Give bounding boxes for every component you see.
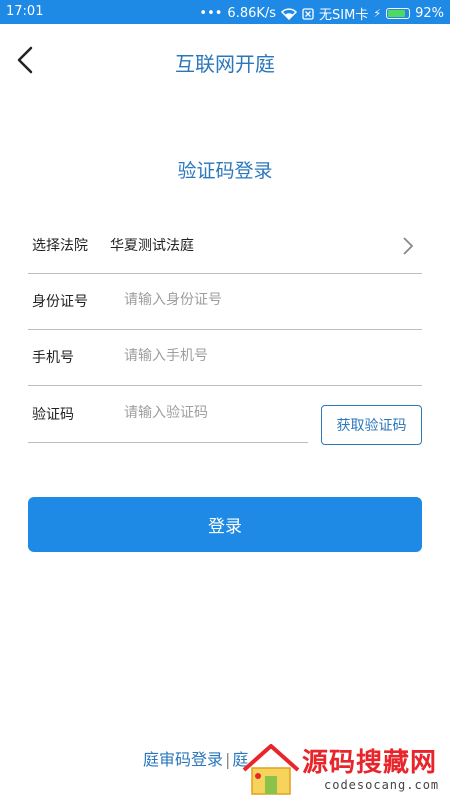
status-bar: 17:01 ••• 6.86K/s 无SIM卡 ⚡ 92%	[0, 0, 450, 24]
code-input[interactable]	[124, 398, 294, 428]
divider	[28, 442, 308, 443]
get-code-button[interactable]: 获取验证码	[321, 405, 422, 445]
bottom-links: 庭审码登录 | 庭	[143, 746, 248, 770]
sim-status: 无SIM卡	[319, 8, 369, 23]
page-title: 互联网开庭	[175, 52, 275, 76]
id-card-label: 身份证号	[32, 294, 88, 310]
watermark: 源码搜藏网 codesocang.com	[240, 736, 450, 800]
code-label: 验证码	[32, 407, 74, 423]
charging-icon: ⚡	[373, 7, 382, 20]
house-logo-icon	[242, 744, 300, 795]
login-mode-title: 验证码登录	[177, 160, 273, 182]
network-speed: 6.86K/s	[227, 6, 277, 21]
phone-label: 手机号	[32, 350, 74, 366]
no-sim-icon	[302, 7, 314, 20]
link-separator: |	[225, 750, 231, 769]
battery-fill	[388, 10, 406, 17]
status-time: 17:01	[6, 4, 44, 19]
more-dots-icon: •••	[199, 6, 223, 21]
divider	[28, 385, 422, 386]
watermark-text: 源码搜藏网	[302, 748, 438, 778]
id-card-row: 身份证号	[28, 274, 422, 330]
phone-row: 手机号	[28, 330, 422, 386]
id-card-input[interactable]	[124, 285, 384, 315]
court-label: 选择法院	[32, 238, 88, 254]
battery-icon	[386, 8, 411, 19]
chevron-right-icon	[403, 237, 414, 255]
battery-text: 92%	[415, 6, 444, 21]
login-button[interactable]: 登录	[28, 497, 422, 552]
phone-input[interactable]	[124, 341, 384, 371]
court-code-login-link[interactable]: 庭审码登录	[143, 750, 223, 769]
code-row: 验证码	[28, 387, 308, 443]
status-right: ••• 6.86K/s 无SIM卡 ⚡ 92%	[199, 4, 444, 23]
app-header: 互联网开庭	[0, 24, 450, 96]
court-value: 华夏测试法庭	[110, 238, 194, 254]
watermark-url: codesocang.com	[324, 778, 440, 792]
court-select[interactable]: 选择法院 华夏测试法庭	[28, 218, 422, 274]
wifi-icon	[281, 7, 298, 20]
